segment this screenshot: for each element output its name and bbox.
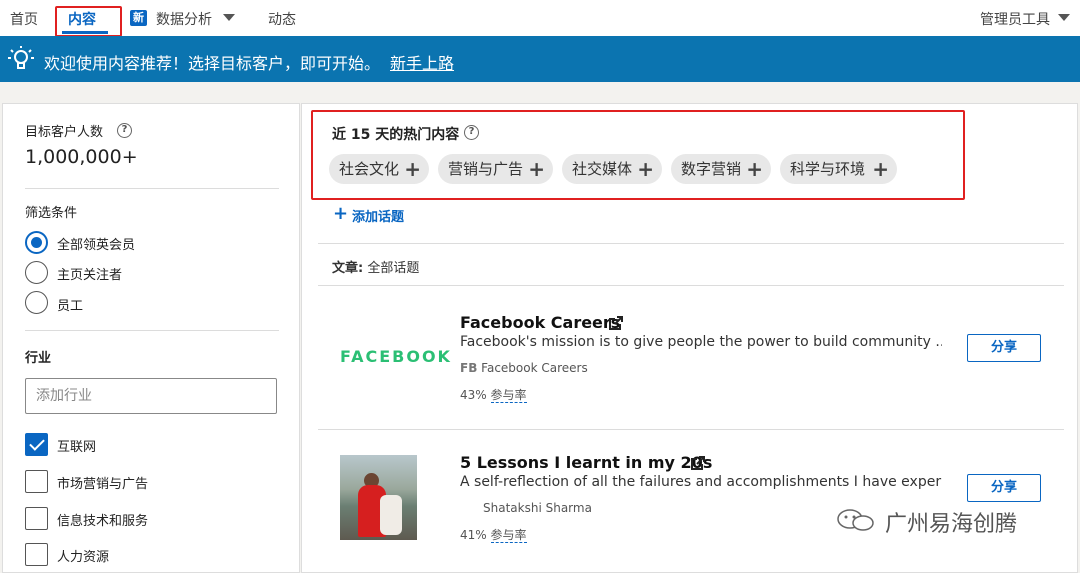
- plus-icon[interactable]: +: [333, 203, 348, 224]
- plus-icon: +: [746, 157, 763, 181]
- welcome-banner: 欢迎使用内容推荐！选择目标客户，即可开始。 新手上路: [0, 36, 1080, 82]
- plus-icon: +: [404, 157, 421, 181]
- facebook-logo: FACEBOOK: [340, 347, 452, 366]
- filter-label: 筛选条件: [25, 206, 78, 221]
- filter-option-label: 主页关注者: [57, 268, 123, 283]
- audience-label: 目标客户人数: [25, 125, 104, 140]
- articles-heading: 文章: 全部话题: [332, 257, 419, 276]
- divider: [318, 285, 1064, 286]
- topic-chip[interactable]: 营销与广告 +: [438, 154, 553, 184]
- industry-search-input[interactable]: [25, 378, 277, 414]
- topic-chip-label: 数字营销: [681, 160, 742, 178]
- filter-radio-employees[interactable]: [25, 291, 48, 314]
- share-button[interactable]: 分享: [967, 474, 1041, 502]
- get-started-link[interactable]: 新手上路: [390, 50, 454, 74]
- topic-chip[interactable]: 科学与环境 +: [780, 154, 897, 184]
- article-source: Shatakshi Sharma: [483, 501, 592, 515]
- new-badge: 新: [130, 10, 147, 26]
- industry-option-label: 人力资源: [57, 550, 110, 565]
- wechat-icon: [837, 509, 874, 531]
- filter-radio-followers[interactable]: [25, 261, 48, 284]
- topic-chip[interactable]: 数字营销 +: [671, 154, 771, 184]
- topic-chip[interactable]: 社交媒体 +: [562, 154, 662, 184]
- external-link-icon[interactable]: [691, 456, 705, 470]
- divider: [25, 188, 279, 189]
- topic-chip-label: 社交媒体: [572, 160, 633, 178]
- topic-chip-label: 科学与环境: [790, 160, 866, 178]
- facebook-small-icon: FB: [460, 361, 478, 375]
- nav-analytics[interactable]: 数据分析: [156, 9, 212, 29]
- topic-chip-label: 营销与广告: [448, 160, 524, 178]
- divider: [318, 429, 1064, 430]
- share-button[interactable]: 分享: [967, 334, 1041, 362]
- industry-label: 行业: [25, 351, 52, 366]
- nav-activity[interactable]: 动态: [268, 9, 296, 29]
- filter-option-label: 员工: [57, 299, 84, 314]
- filter-option-label: 全部领英会员: [57, 238, 136, 253]
- active-tab-indicator: [62, 31, 108, 34]
- add-topic-link[interactable]: 添加话题: [352, 206, 404, 225]
- industry-checkbox-marketing[interactable]: [25, 470, 48, 493]
- engagement-rate: 41% 参与率: [460, 528, 527, 543]
- nav-home[interactable]: 首页: [10, 9, 38, 29]
- engagement-rate-label[interactable]: 参与率: [490, 528, 527, 543]
- plus-icon: +: [872, 157, 889, 181]
- trending-title: 近 15 天的热门内容: [332, 127, 460, 143]
- industry-checkbox-hr[interactable]: [25, 543, 48, 566]
- chevron-down-icon[interactable]: [1058, 14, 1070, 21]
- industry-checkbox-it[interactable]: [25, 507, 48, 530]
- article-thumbnail[interactable]: [340, 455, 417, 540]
- top-nav: 首页 内容 新 数据分析 动态 管理员工具: [0, 0, 1080, 37]
- watermark-text: 广州易海创腾: [885, 512, 1018, 537]
- content-panel: 近 15 天的热门内容 ? 社会文化 + 营销与广告 + 社交媒体 + 数字营销 + 科…: [301, 103, 1078, 573]
- articles-label: 文章:: [332, 261, 364, 276]
- article-title[interactable]: 5 Lessons I learnt in my 20s: [460, 453, 712, 472]
- audience-count: 1,000,000+: [25, 146, 138, 168]
- industry-option-label: 市场营销与广告: [57, 477, 149, 492]
- plus-icon: +: [637, 157, 654, 181]
- article-source: FB Facebook Careers: [460, 361, 588, 375]
- industry-option-label: 互联网: [57, 440, 97, 455]
- filter-radio-all-members[interactable]: [25, 231, 48, 254]
- industry-option-label: 信息技术和服务: [57, 514, 149, 529]
- divider: [318, 243, 1064, 244]
- articles-filter: 全部话题: [367, 261, 420, 276]
- nav-content[interactable]: 内容: [68, 9, 96, 29]
- article-description: A self-reflection of all the failures an…: [460, 474, 942, 490]
- industry-checkbox-internet[interactable]: [25, 433, 48, 456]
- topic-chip-label: 社会文化: [339, 160, 400, 178]
- help-icon[interactable]: ?: [464, 125, 479, 140]
- filter-panel: 目标客户人数 ? 1,000,000+ 筛选条件 全部领英会员 主页关注者 员工…: [2, 103, 300, 573]
- divider: [25, 330, 279, 331]
- plus-icon: +: [528, 157, 545, 181]
- banner-text: 欢迎使用内容推荐！选择目标客户，即可开始。: [44, 54, 381, 73]
- article-description: Facebook's mission is to give people the…: [460, 334, 942, 350]
- topic-chip[interactable]: 社会文化 +: [329, 154, 429, 184]
- external-link-icon[interactable]: [609, 316, 623, 330]
- article-title[interactable]: Facebook Careers: [460, 313, 620, 332]
- engagement-rate: 43% 参与率: [460, 388, 527, 403]
- lightbulb-icon: [8, 46, 34, 69]
- nav-admin-tools[interactable]: 管理员工具: [980, 9, 1050, 29]
- engagement-rate-label[interactable]: 参与率: [490, 388, 527, 403]
- chevron-down-icon[interactable]: [223, 14, 235, 21]
- help-icon[interactable]: ?: [117, 123, 132, 138]
